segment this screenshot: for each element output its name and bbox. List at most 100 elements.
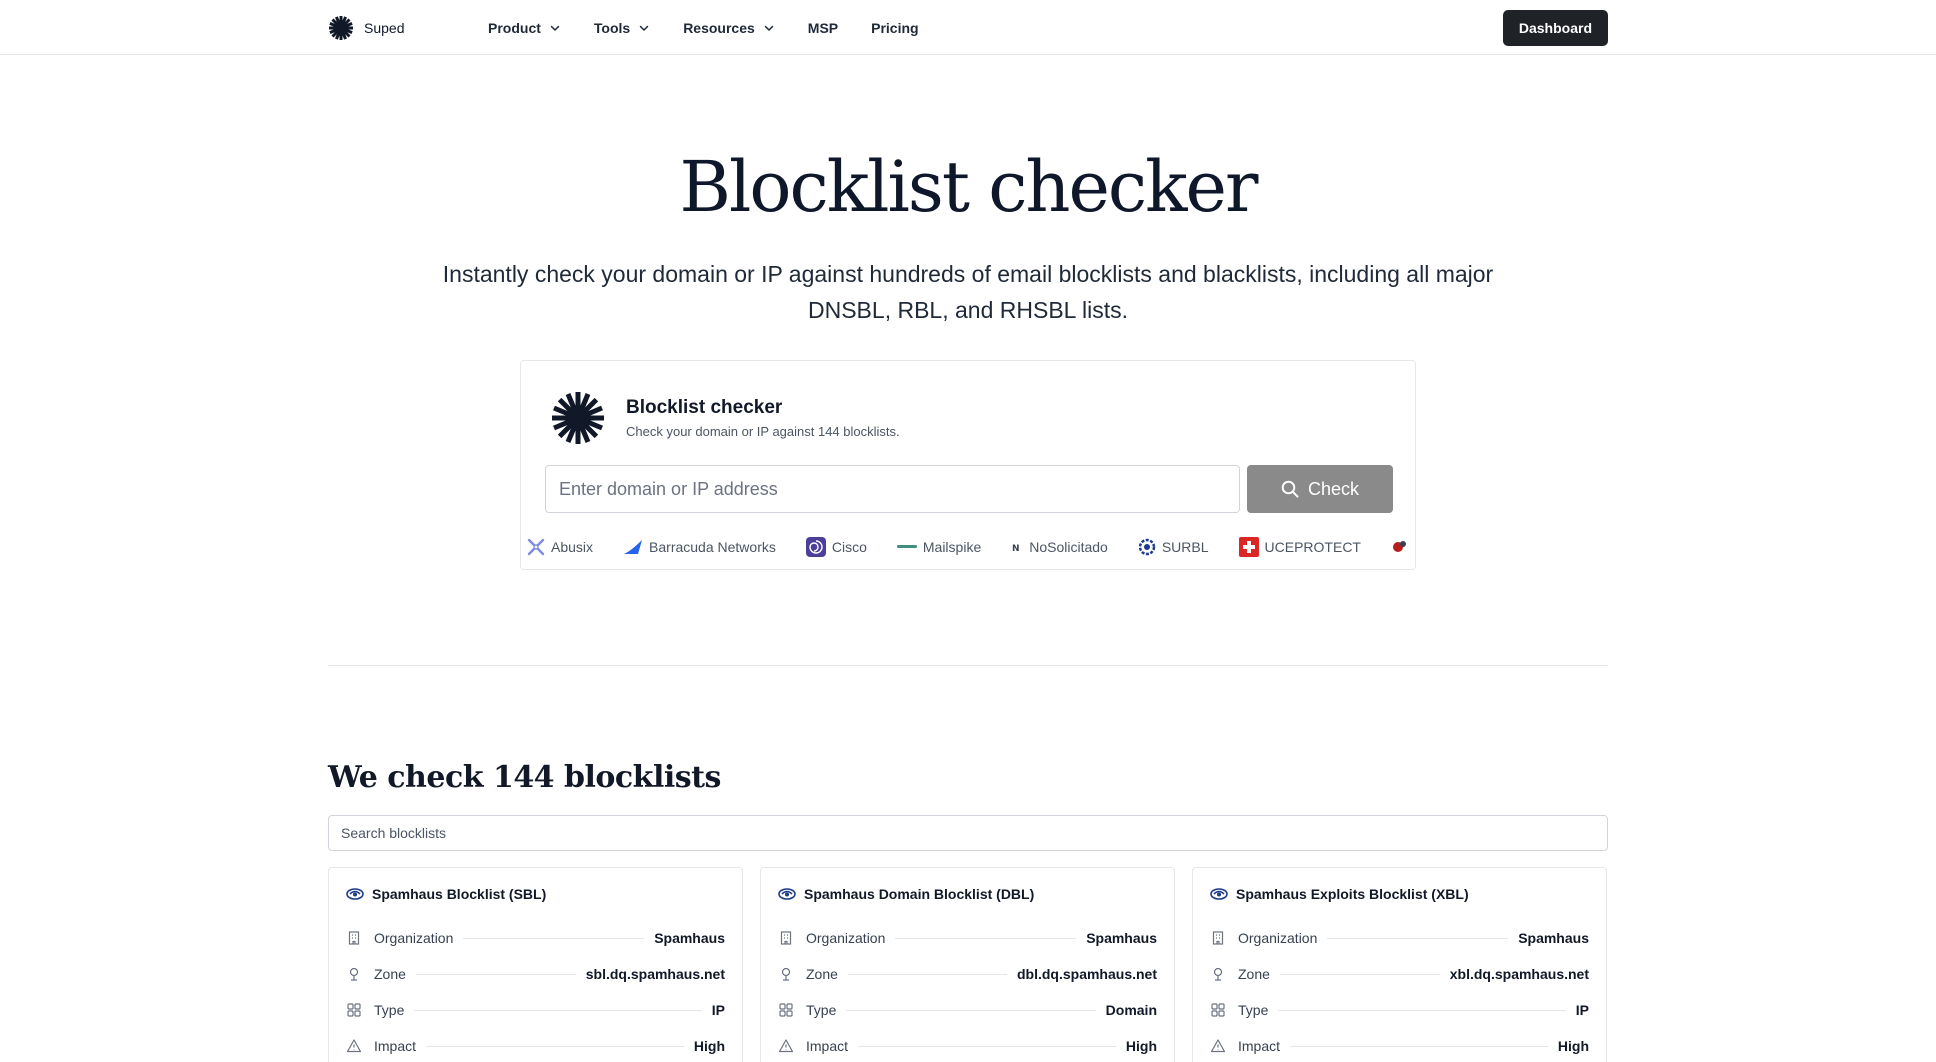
row-value: dbl.dq.spamhaus.net (1016, 966, 1157, 982)
row-key: Type (1238, 1002, 1269, 1018)
blocklist-name: Spamhaus Exploits Blocklist (XBL) (1236, 886, 1469, 902)
page-subtitle: Instantly check your domain or IP agains… (442, 261, 1494, 323)
provider-surbl: SURBL (1138, 538, 1209, 556)
nav-item-pricing[interactable]: Pricing (871, 20, 918, 36)
row-value: Spamhaus (654, 930, 725, 946)
row-key: Type (806, 1002, 837, 1018)
nav-item-tools[interactable]: Tools (594, 20, 650, 36)
provider-name: SURBL (1161, 539, 1209, 555)
row-key: Organization (806, 930, 886, 946)
spamhaus-logo-icon (778, 888, 796, 900)
checker-logo-icon (552, 392, 604, 444)
brand-logo-link[interactable]: Suped (328, 15, 488, 41)
row-leader-line (414, 1009, 702, 1011)
checker-card: Blocklist checker Check your domain or I… (520, 360, 1416, 570)
nav-item-label: Pricing (871, 19, 919, 36)
nav-item-resources[interactable]: Resources (683, 20, 775, 36)
blocklist-row-zone: Zone dbl.dq.spamhaus.net (778, 956, 1157, 992)
blocklist-row-impact: Impact High (346, 1028, 725, 1062)
nav-item-label: MSP (807, 19, 839, 36)
nav-inner: Suped Product Tools Resources MSP Pricing Da… (328, 0, 1608, 55)
building-icon (348, 931, 360, 945)
warning-icon (346, 1039, 362, 1053)
nav-item-label: Resources (683, 19, 755, 36)
row-value: High (693, 1038, 725, 1054)
blocklist-card-header: Spamhaus Domain Blocklist (DBL) (778, 868, 1157, 920)
row-key: Type (374, 1002, 405, 1018)
row-key: Impact (374, 1038, 417, 1054)
blocklist-card[interactable]: Spamhaus Blocklist (SBL) Organization Spam… (328, 867, 743, 1062)
row-value: IP (711, 1002, 725, 1018)
chevron-down-icon (764, 25, 774, 31)
checker-subtitle: Check your domain or IP against 144 bloc… (626, 424, 900, 439)
row-leader-line (1290, 1045, 1548, 1047)
nav-item-product[interactable]: Product (488, 20, 561, 36)
mailspike-logo-icon (896, 545, 917, 548)
provider-name: NoSolicitado (1029, 539, 1108, 555)
blocklist-row-type: Type Domain (778, 992, 1157, 1028)
grid-icon (779, 1003, 793, 1017)
blocklist-name: Spamhaus Domain Blocklist (DBL) (804, 886, 1035, 902)
row-value: High (1557, 1038, 1589, 1054)
row-leader-line (858, 1045, 1116, 1047)
provider-name: UCEPROTECT (1264, 539, 1361, 555)
blocklist-card-header: Spamhaus Blocklist (SBL) (346, 868, 725, 920)
row-key: Organization (1238, 930, 1318, 946)
location-pin-icon (349, 967, 359, 981)
blocklist-row-type: Type IP (1210, 992, 1589, 1028)
blocklist-card[interactable]: Spamhaus Domain Blocklist (DBL) Organizat… (760, 867, 1175, 1062)
row-key: Zone (374, 966, 406, 982)
provider-name: Abusix (551, 539, 594, 555)
spamhaus-logo-icon (1210, 888, 1228, 900)
row-leader-line (847, 973, 1007, 975)
nav-item-label: Tools (593, 19, 631, 36)
blocklist-search-input[interactable] (328, 815, 1608, 851)
uceprotect-logo-icon (1238, 537, 1259, 557)
blocklist-card[interactable]: Spamhaus Exploits Blocklist (XBL) Organiz… (1192, 867, 1607, 1062)
building-icon (1212, 931, 1224, 945)
blocklist-row-type: Type IP (346, 992, 725, 1028)
row-leader-line (1327, 937, 1509, 939)
provider-barracuda-networks: Barracuda Networks (623, 539, 776, 555)
row-value: Domain (1105, 1002, 1157, 1018)
blocklists-heading: We check 144 blocklists (328, 760, 721, 795)
blocklist-row-impact: Impact High (1210, 1028, 1589, 1062)
blocklist-row-organization: Organization Spamhaus (1210, 920, 1589, 956)
blocklist-row-impact: Impact High (778, 1028, 1157, 1062)
search-icon (1281, 480, 1299, 498)
row-key: Impact (806, 1038, 849, 1054)
dashboard-button[interactable]: Dashboard (1502, 9, 1608, 46)
row-key: Zone (806, 966, 838, 982)
warning-icon (778, 1039, 794, 1053)
row-key: Zone (1238, 966, 1270, 982)
domain-ip-input[interactable] (545, 465, 1240, 513)
location-pin-icon (781, 967, 791, 981)
section-divider (328, 665, 1608, 666)
provider-mailspike: Mailspike (896, 539, 981, 555)
cisco-logo-icon (805, 537, 826, 557)
row-value: xbl.dq.spamhaus.net (1449, 966, 1589, 982)
row-leader-line (895, 937, 1077, 939)
row-leader-line (1279, 973, 1440, 975)
partial-provider-logo-icon (1392, 541, 1406, 552)
blocklist-row-zone: Zone sbl.dq.spamhaus.net (346, 956, 725, 992)
blocklist-card-header: Spamhaus Exploits Blocklist (XBL) (1210, 868, 1589, 920)
check-button[interactable]: Check (1247, 465, 1393, 513)
brand-name: Suped (364, 19, 405, 36)
row-leader-line (1278, 1009, 1566, 1011)
chevron-down-icon (550, 25, 560, 31)
nosolicitado-logo-icon: N (1012, 544, 1020, 553)
surbl-logo-icon (1138, 538, 1156, 556)
row-leader-line (846, 1009, 1096, 1011)
provider-abusix: Abusix (527, 538, 593, 556)
suped-logo-icon (329, 15, 353, 40)
row-leader-line (415, 973, 576, 975)
row-value: Spamhaus (1518, 930, 1589, 946)
top-nav: Suped Product Tools Resources MSP Pricing Da… (0, 0, 1936, 55)
abusix-logo-icon (527, 538, 545, 556)
nav-item-msp[interactable]: MSP (808, 20, 838, 36)
blocklist-row-organization: Organization Spamhaus (778, 920, 1157, 956)
provider-uceprotect: UCEPROTECT (1238, 537, 1361, 557)
nav-item-label: Product (488, 19, 541, 36)
row-value: IP (1575, 1002, 1589, 1018)
